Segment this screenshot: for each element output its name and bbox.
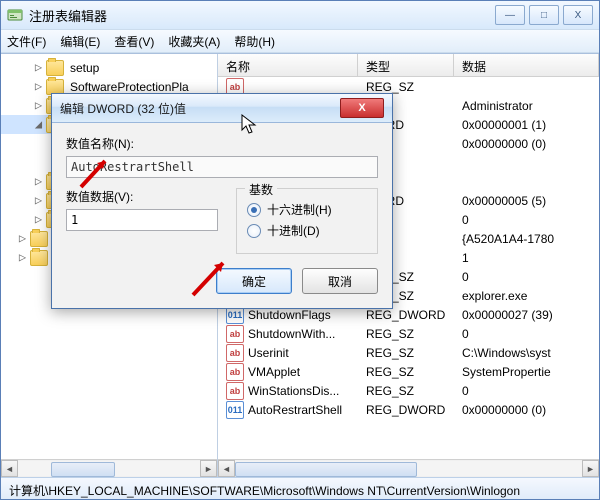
menu-view[interactable]: 查看(V) — [114, 33, 154, 50]
regedit-window: 注册表编辑器 — □ X 文件(F) 编辑(E) 查看(V) 收藏夹(A) 帮助… — [0, 0, 600, 500]
close-button[interactable]: X — [563, 5, 593, 25]
dialog-titlebar[interactable]: 编辑 DWORD (32 位)值 X — [52, 94, 392, 123]
folder-icon — [30, 231, 48, 247]
expand-icon[interactable]: ▷ — [33, 100, 44, 111]
value-name: ShutdownFlags — [248, 308, 331, 322]
value-type: REG_SZ — [358, 384, 454, 398]
expand-icon[interactable]: ▷ — [33, 214, 44, 225]
radio-dec[interactable]: 十进制(D) — [247, 222, 367, 239]
value-data: 0x00000000 (0) — [454, 403, 599, 417]
expand-icon[interactable]: ▷ — [33, 81, 44, 92]
string-value-icon: ab — [226, 325, 244, 343]
list-row[interactable]: 011 AutoRestrartShell REG_DWORD0x00000000 … — [218, 400, 599, 419]
string-value-icon: ab — [226, 382, 244, 400]
expand-icon[interactable]: ▷ — [33, 195, 44, 206]
value-data: 0x00000027 (39) — [454, 308, 599, 322]
statusbar: 计算机\HKEY_LOCAL_MACHINE\SOFTWARE\Microsof… — [1, 477, 599, 499]
value-type: REG_DWORD — [358, 308, 454, 322]
tree-label: setup — [68, 61, 101, 75]
value-data: C:\Windows\syst — [454, 346, 599, 360]
value-data: 0 — [454, 270, 599, 284]
value-type: REG_DWORD — [358, 403, 454, 417]
list-header[interactable]: 名称 类型 数据 — [218, 54, 599, 77]
list-hscroll[interactable]: ◄ ► — [218, 459, 599, 477]
value-data-label: 数值数据(V): — [66, 188, 218, 205]
col-type[interactable]: 类型 — [358, 54, 454, 76]
menubar: 文件(F) 编辑(E) 查看(V) 收藏夹(A) 帮助(H) — [1, 29, 599, 53]
titlebar[interactable]: 注册表编辑器 — □ X — [1, 1, 599, 29]
window-buttons: — □ X — [495, 5, 593, 25]
menu-edit[interactable]: 编辑(E) — [60, 33, 100, 50]
list-row[interactable]: ab Userinit REG_SZC:\Windows\syst — [218, 343, 599, 362]
tree-hscroll[interactable]: ◄ ► — [1, 459, 217, 477]
value-name: VMApplet — [248, 365, 300, 379]
radio-dec-button[interactable] — [247, 224, 261, 238]
folder-icon — [46, 60, 64, 76]
dialog-title: 编辑 DWORD (32 位)值 — [60, 100, 340, 117]
value-name: AutoRestrartShell — [248, 403, 342, 417]
value-data: 0 — [454, 384, 599, 398]
app-icon — [7, 7, 23, 23]
value-type: REG_SZ — [358, 365, 454, 379]
tree-label: SoftwareProtectionPla — [68, 80, 191, 94]
expand-icon[interactable]: ▷ — [17, 233, 28, 244]
list-row[interactable]: ab VMApplet REG_SZSystemPropertie — [218, 362, 599, 381]
value-name: Userinit — [248, 346, 289, 360]
base-group: 基数 十六进制(H) 十进制(D) — [236, 188, 378, 254]
string-value-icon: ab — [226, 344, 244, 362]
value-data-input[interactable] — [66, 209, 218, 231]
radio-hex-button[interactable] — [247, 203, 261, 217]
col-name[interactable]: 名称 — [218, 54, 358, 76]
value-data: 0x00000001 (1) — [454, 118, 599, 132]
binary-value-icon: 011 — [226, 401, 244, 419]
maximize-button[interactable]: □ — [529, 5, 559, 25]
ok-button[interactable]: 确定 — [216, 268, 292, 294]
edit-dword-dialog: 编辑 DWORD (32 位)值 X 数值名称(N): 数值数据(V): 基数 … — [51, 93, 393, 309]
radio-hex[interactable]: 十六进制(H) — [247, 201, 367, 218]
col-data[interactable]: 数据 — [454, 54, 599, 76]
list-row[interactable]: ab WinStationsDis... REG_SZ0 — [218, 381, 599, 400]
value-name: WinStationsDis... — [248, 384, 339, 398]
string-value-icon: ab — [226, 363, 244, 381]
value-data: explorer.exe — [454, 289, 599, 303]
value-name-input[interactable] — [66, 156, 378, 178]
value-data: 0x00000000 (0) — [454, 137, 599, 151]
dialog-close-button[interactable]: X — [340, 98, 384, 118]
value-data: Administrator — [454, 99, 599, 113]
list-row[interactable]: ab ShutdownWith... REG_SZ0 — [218, 324, 599, 343]
minimize-button[interactable]: — — [495, 5, 525, 25]
cancel-button[interactable]: 取消 — [302, 268, 378, 294]
menu-help[interactable]: 帮助(H) — [234, 33, 275, 50]
expand-icon[interactable]: ▷ — [33, 62, 44, 73]
tree-node[interactable]: ▷ setup — [1, 58, 217, 77]
value-data: SystemPropertie — [454, 365, 599, 379]
value-type: REG_SZ — [358, 327, 454, 341]
expand-icon[interactable]: ▷ — [33, 176, 44, 187]
value-data: 0 — [454, 327, 599, 341]
menu-favorites[interactable]: 收藏夹(A) — [168, 33, 220, 50]
value-type: REG_SZ — [358, 346, 454, 360]
window-title: 注册表编辑器 — [29, 6, 495, 25]
value-data: 0x00000005 (5) — [454, 194, 599, 208]
value-name-label: 数值名称(N): — [66, 135, 378, 152]
base-legend: 基数 — [245, 181, 277, 198]
value-data: 1 — [454, 251, 599, 265]
expand-icon[interactable]: ◢ — [33, 119, 44, 130]
value-data: 0 — [454, 213, 599, 227]
menu-file[interactable]: 文件(F) — [7, 33, 46, 50]
value-data: {A520A1A4-1780 — [454, 232, 599, 246]
folder-icon — [30, 250, 48, 266]
value-name: ShutdownWith... — [248, 327, 335, 341]
expand-icon[interactable]: ▷ — [17, 252, 28, 263]
value-type: REG_SZ — [358, 80, 454, 94]
